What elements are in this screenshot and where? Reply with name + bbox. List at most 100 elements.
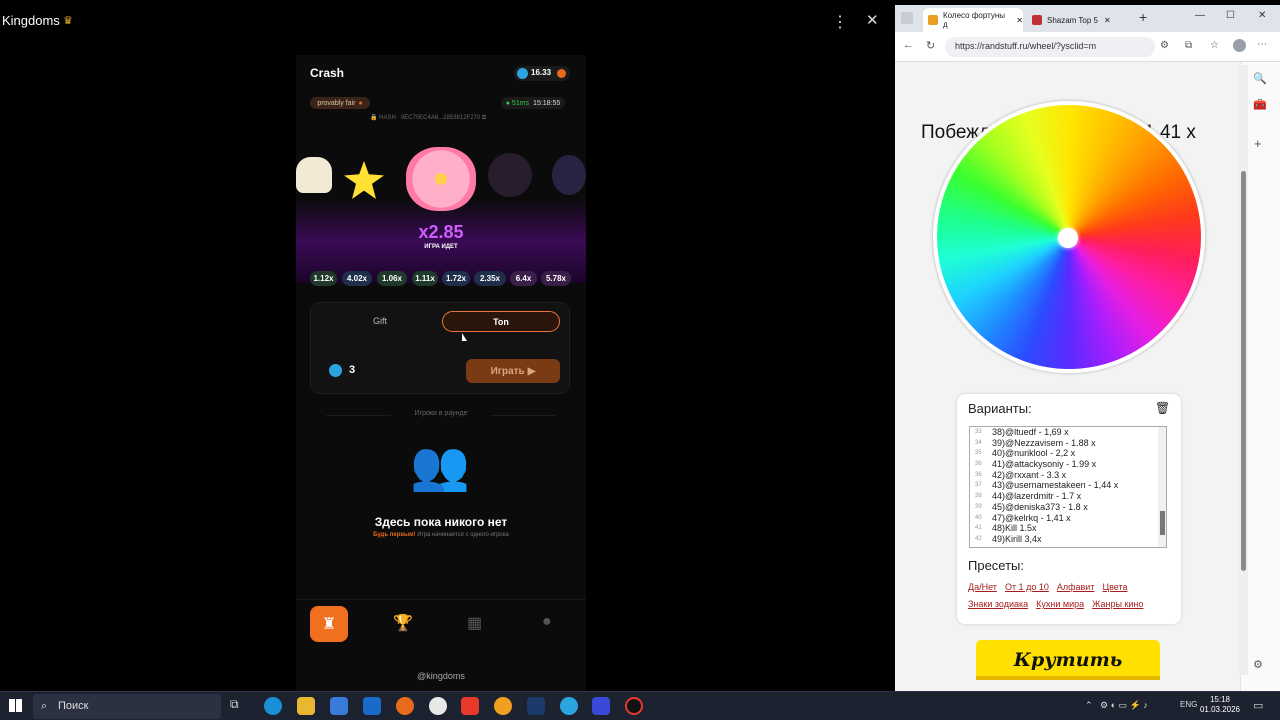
taskbar-search[interactable]: ⌕ Поиск xyxy=(33,694,221,719)
list-item: 38 44)@lazerdmitr - 1.7 x xyxy=(970,491,1166,502)
mouse-cursor xyxy=(462,333,467,341)
preset-link[interactable]: Алфавит xyxy=(1057,582,1095,592)
scrollbar[interactable] xyxy=(1239,65,1248,675)
chart-app-icon[interactable] xyxy=(592,697,610,715)
menu-icon[interactable]: ⋯ xyxy=(1257,39,1267,50)
line-number: 38 xyxy=(975,493,982,500)
nav-divider xyxy=(296,599,586,600)
search-icon[interactable]: 🔍 xyxy=(1253,72,1267,85)
list-scrollbar-thumb[interactable] xyxy=(1160,511,1165,535)
nav-games-icon[interactable]: ♜ xyxy=(310,606,348,642)
info-icon: ● xyxy=(358,99,363,107)
reload-icon[interactable]: ↻ xyxy=(926,39,935,52)
file-explorer-icon[interactable] xyxy=(297,697,315,715)
tab-ton[interactable]: Ton xyxy=(442,311,560,332)
close-tab-icon[interactable]: ✕ xyxy=(1104,16,1111,25)
yandex-browser-icon[interactable] xyxy=(429,697,447,715)
tools-icon[interactable]: 🧰 xyxy=(1253,98,1267,111)
list-item: 42 49)Kirill 3,4x xyxy=(970,534,1166,545)
close-icon[interactable]: ✕ xyxy=(866,11,879,29)
bot-username[interactable]: @kingdoms xyxy=(396,671,486,681)
collections-icon[interactable]: ⧉ xyxy=(1185,40,1192,51)
notifications-icon[interactable]: ▭ xyxy=(1253,699,1263,712)
variant-text: 41)@attackysoniy - 1.99 x xyxy=(992,459,1097,470)
variant-text: 40)@nuriklool - 2,2 x xyxy=(992,448,1076,459)
game-status: ИГРА ИДЕТ xyxy=(424,244,458,250)
tab-actions-icon[interactable] xyxy=(901,12,913,24)
provably-fair-badge[interactable]: provably fair ● xyxy=(310,97,370,109)
preset-link[interactable]: Знаки зодиака xyxy=(968,599,1028,609)
nav-trophy-icon[interactable]: 🏆 xyxy=(393,613,413,633)
bet-amount-input[interactable]: 3 xyxy=(349,364,355,376)
telegram-icon[interactable] xyxy=(560,697,578,715)
history-item: 2.35x xyxy=(474,271,506,286)
clock[interactable]: 15:18 01.03.2026 xyxy=(1196,695,1244,715)
add-icon[interactable]: + xyxy=(1254,136,1262,151)
maximize-icon[interactable]: ☐ xyxy=(1226,10,1235,21)
preset-link[interactable]: От 1 до 10 xyxy=(1005,582,1049,592)
preset-link[interactable]: Цвета xyxy=(1102,582,1127,592)
variant-text: 49)Kirill 3,4x xyxy=(992,533,1042,544)
ton-icon xyxy=(517,68,528,79)
preset-link[interactable]: Жанры кино xyxy=(1092,599,1143,609)
tab-wheel[interactable]: Колесо фортуны д ✕ xyxy=(923,8,1023,32)
variants-textarea[interactable]: 33 38)@ltuedf - 1,69 x 34 39)@Nezzavisem -… xyxy=(969,426,1167,548)
tray-chevron-icon[interactable]: ⌃ xyxy=(1085,700,1093,711)
app-icon-3[interactable] xyxy=(625,697,643,715)
close-tab-icon[interactable]: ✕ xyxy=(1016,16,1023,25)
tab-gift[interactable]: Gift xyxy=(319,311,441,331)
start-icon[interactable] xyxy=(9,699,22,712)
app-icon-2[interactable] xyxy=(494,697,512,715)
url-field[interactable]: https://randstuff.ru/wheel/?ysclid=m xyxy=(945,37,1155,57)
task-view-icon[interactable]: ⧉ xyxy=(230,697,248,715)
clock-time: 15:18 xyxy=(1209,695,1231,704)
spin-button[interactable]: Крутить xyxy=(976,640,1160,680)
list-item: 41 48)Kill 1.5x xyxy=(970,523,1166,534)
tab-shazam[interactable]: Shazam Top 5 ✕ xyxy=(1027,8,1127,32)
minimize-icon[interactable]: — xyxy=(1195,10,1205,21)
play-button[interactable]: Играть ▶ xyxy=(466,359,560,383)
steam-icon[interactable] xyxy=(527,697,545,715)
extensions-icon[interactable]: ⚙ xyxy=(1160,40,1169,51)
status-badge: ● 51ms 15:18:55 xyxy=(501,97,565,109)
multiplier: x2.85 xyxy=(418,222,464,242)
wheel-hub xyxy=(1058,228,1078,248)
variants-panel: Варианты: 🗑 33 38)@ltuedf - 1,69 x 34 39)@… xyxy=(957,394,1181,624)
flower-character xyxy=(406,147,476,211)
preset-link[interactable]: Да/Нет xyxy=(968,582,997,592)
list-item: 37 43)@usernamestakeen - 1,44 x xyxy=(970,480,1166,491)
balance-chip[interactable]: 16.33 xyxy=(514,66,570,81)
yandex-icon[interactable] xyxy=(461,697,479,715)
favorites-icon[interactable]: ☆ xyxy=(1210,40,1219,51)
empty-subtitle: Будь первым! Игра начинается с одного иг… xyxy=(316,532,566,538)
edge-icon[interactable] xyxy=(264,697,282,715)
list-scrollbar[interactable] xyxy=(1158,427,1166,547)
add-players-icon: 👥 xyxy=(410,440,470,493)
back-icon[interactable]: ← xyxy=(903,39,914,51)
language-indicator[interactable]: ENG xyxy=(1180,700,1197,709)
tray-icons[interactable]: ⚙ ◐ ▭ ⚡ ♪ xyxy=(1100,700,1148,711)
scrollbar-thumb[interactable] xyxy=(1241,171,1246,571)
add-balance-icon[interactable] xyxy=(557,69,566,78)
play-button-label: Играть xyxy=(490,365,525,377)
wheel-favicon-icon xyxy=(928,15,938,25)
trash-icon[interactable]: 🗑 xyxy=(1155,401,1170,415)
players-header: Игроки в раунде xyxy=(391,410,491,417)
list-item: 36 42)@rxxant - 3.3 x xyxy=(970,470,1166,481)
avatar[interactable] xyxy=(1233,39,1246,52)
more-options-icon[interactable]: ⋮ xyxy=(832,12,848,32)
line-number: 34 xyxy=(975,439,982,446)
play-icon: ▶ xyxy=(527,365,536,377)
app-icon[interactable] xyxy=(396,697,414,715)
history-item: 1.72x xyxy=(442,271,470,286)
preset-link[interactable]: Кухни мира xyxy=(1036,599,1084,609)
new-tab-icon[interactable]: + xyxy=(1139,9,1147,25)
nav-inventory-icon[interactable]: ▦ xyxy=(467,613,482,633)
outlook-icon[interactable] xyxy=(363,697,381,715)
settings-icon[interactable]: ⚙ xyxy=(1253,658,1263,671)
close-window-icon[interactable]: ✕ xyxy=(1258,10,1266,21)
variants-label: Варианты: xyxy=(968,401,1032,416)
variant-text: 39)@Nezzavisem - 1.88 x xyxy=(992,437,1096,448)
store-icon[interactable] xyxy=(330,697,348,715)
nav-profile-icon[interactable]: ● xyxy=(542,613,552,631)
